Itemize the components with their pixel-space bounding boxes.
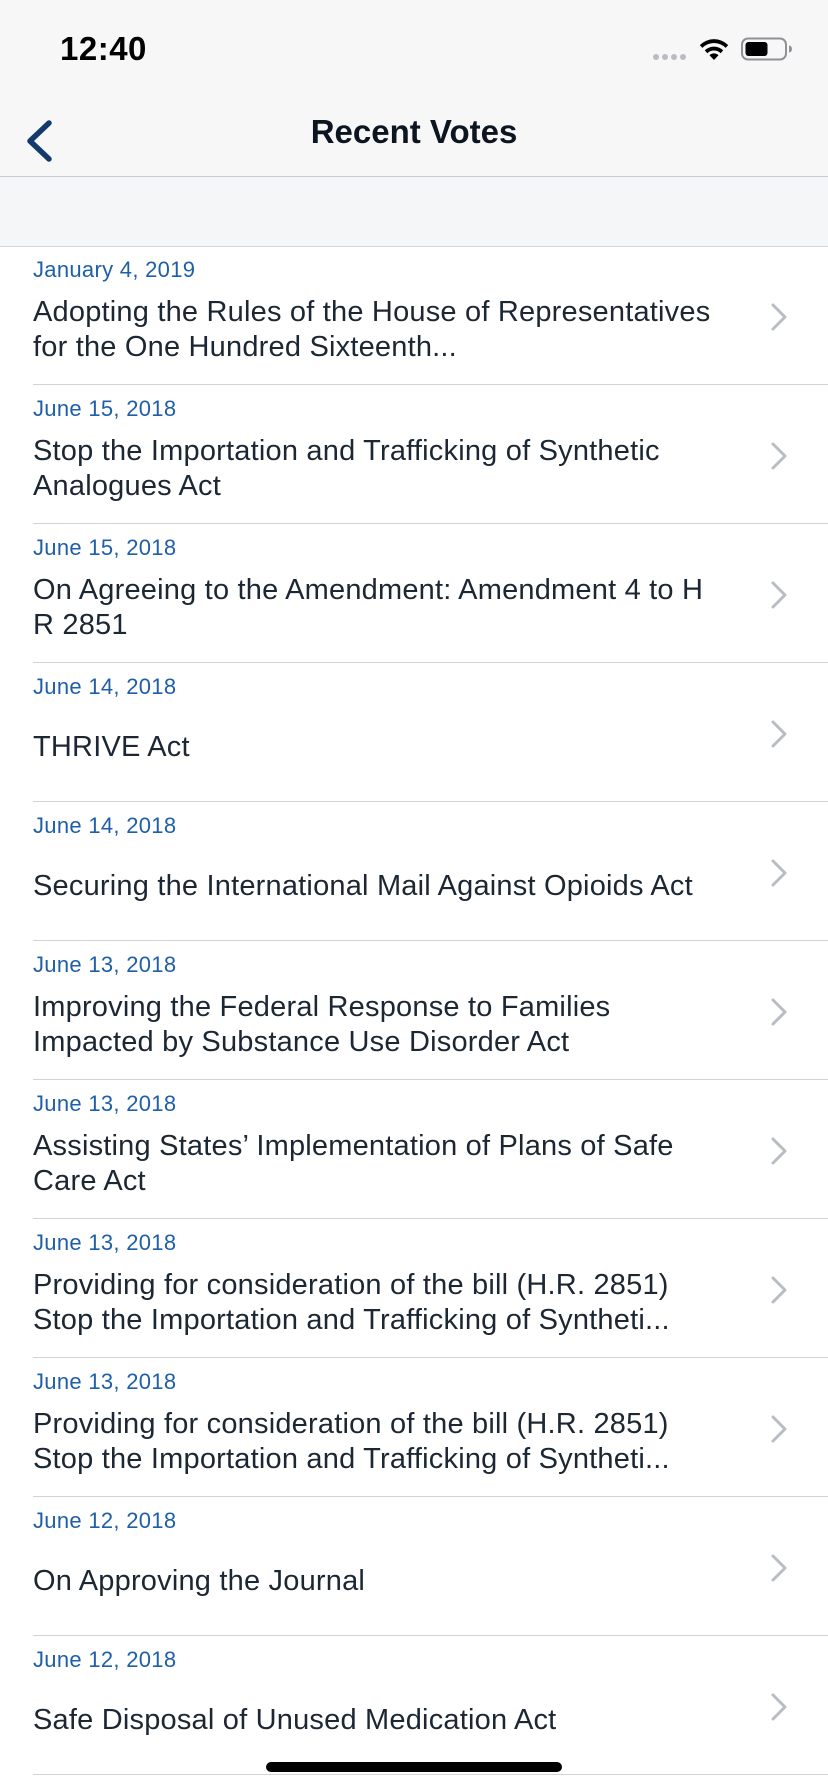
- vote-date: June 14, 2018: [33, 674, 177, 699]
- vote-row[interactable]: June 14, 2018 THRIVE Act: [0, 663, 828, 802]
- vote-title-text: Assisting States’ Implementation of Plan…: [33, 1130, 674, 1197]
- wifi-icon: [699, 39, 729, 60]
- chevron-right-icon: [771, 1276, 787, 1304]
- vote-row[interactable]: June 13, 2018 Providing for consideratio…: [0, 1358, 828, 1497]
- vote-title-text: THRIVE Act: [33, 730, 190, 763]
- vote-date: June 13, 2018: [33, 1091, 177, 1116]
- vote-title: Adopting the Rules of the House of Repre…: [33, 286, 723, 374]
- page-title: Recent Votes: [310, 113, 518, 150]
- vote-date: June 13, 2018: [33, 1369, 177, 1394]
- chevron-right-icon: [771, 442, 787, 470]
- vote-title: Stop the Importation and Trafficking of …: [33, 425, 723, 513]
- vote-title-text: Providing for consideration of the bill …: [33, 1269, 670, 1336]
- vote-title: On Approving the Journal: [33, 1537, 723, 1625]
- vote-row[interactable]: June 13, 2018 Improving the Federal Resp…: [0, 941, 828, 1080]
- vote-row[interactable]: June 15, 2018 On Agreeing to the Amendme…: [0, 524, 828, 663]
- chevron-right-icon: [771, 998, 787, 1026]
- home-indicator[interactable]: [266, 1762, 562, 1772]
- vote-title-text: Stop the Importation and Trafficking of …: [33, 435, 660, 502]
- vote-row[interactable]: June 13, 2018 Providing for consideratio…: [0, 1219, 828, 1358]
- vote-title: Assisting States’ Implementation of Plan…: [33, 1120, 723, 1208]
- vote-title: Providing for consideration of the bill …: [33, 1398, 723, 1486]
- status-bar: 12:40: [0, 0, 828, 100]
- vote-title: Providing for consideration of the bill …: [33, 1259, 723, 1347]
- status-time: 12:40: [60, 30, 147, 67]
- vote-title: Safe Disposal of Unused Medication Act: [33, 1676, 723, 1764]
- vote-date: June 12, 2018: [33, 1647, 177, 1672]
- chevron-right-icon: [771, 720, 787, 748]
- vote-row[interactable]: June 12, 2018 Safe Disposal of Unused Me…: [0, 1636, 828, 1775]
- chevron-right-icon: [771, 1137, 787, 1165]
- vote-date: June 15, 2018: [33, 396, 177, 421]
- vote-title-text: Adopting the Rules of the House of Repre…: [33, 296, 711, 363]
- vote-date: June 13, 2018: [33, 952, 177, 977]
- chevron-right-icon: [771, 1415, 787, 1443]
- chevron-right-icon: [771, 1554, 787, 1582]
- vote-date: June 12, 2018: [33, 1508, 177, 1533]
- vote-title: Securing the International Mail Against …: [33, 842, 723, 930]
- vote-title-text: On Agreeing to the Amendment: Amendment …: [33, 574, 704, 641]
- vote-title-text: Improving the Federal Response to Famili…: [33, 991, 611, 1058]
- vote-row[interactable]: June 12, 2018 On Approving the Journal: [0, 1497, 828, 1636]
- recent-votes-list: January 4, 2019 Adopting the Rules of th…: [0, 246, 828, 1775]
- chevron-right-icon: [771, 1693, 787, 1721]
- vote-row[interactable]: June 15, 2018 Stop the Importation and T…: [0, 385, 828, 524]
- battery-icon: [741, 37, 792, 61]
- vote-title-text: Providing for consideration of the bill …: [33, 1408, 670, 1475]
- vote-date: June 15, 2018: [33, 535, 177, 560]
- list-section-header: [0, 177, 828, 247]
- vote-row[interactable]: January 4, 2019 Adopting the Rules of th…: [0, 246, 828, 385]
- vote-title: THRIVE Act: [33, 703, 723, 791]
- chevron-right-icon: [771, 859, 787, 887]
- vote-date: June 14, 2018: [33, 813, 177, 838]
- vote-title: On Agreeing to the Amendment: Amendment …: [33, 564, 723, 652]
- vote-title-text: Safe Disposal of Unused Medication Act: [33, 1703, 557, 1736]
- vote-title-text: On Approving the Journal: [33, 1564, 366, 1597]
- vote-date: June 13, 2018: [33, 1230, 177, 1255]
- cellular-signal-icon: [653, 54, 686, 60]
- vote-row[interactable]: June 13, 2018 Assisting States’ Implemen…: [0, 1080, 828, 1219]
- chevron-right-icon: [771, 303, 787, 331]
- chevron-right-icon: [771, 581, 787, 609]
- vote-title-text: Securing the International Mail Against …: [33, 869, 693, 902]
- vote-row[interactable]: June 14, 2018 Securing the International…: [0, 802, 828, 941]
- vote-title: Improving the Federal Response to Famili…: [33, 981, 723, 1069]
- vote-date: January 4, 2019: [33, 257, 196, 282]
- navigation-bar: Recent Votes: [0, 100, 828, 177]
